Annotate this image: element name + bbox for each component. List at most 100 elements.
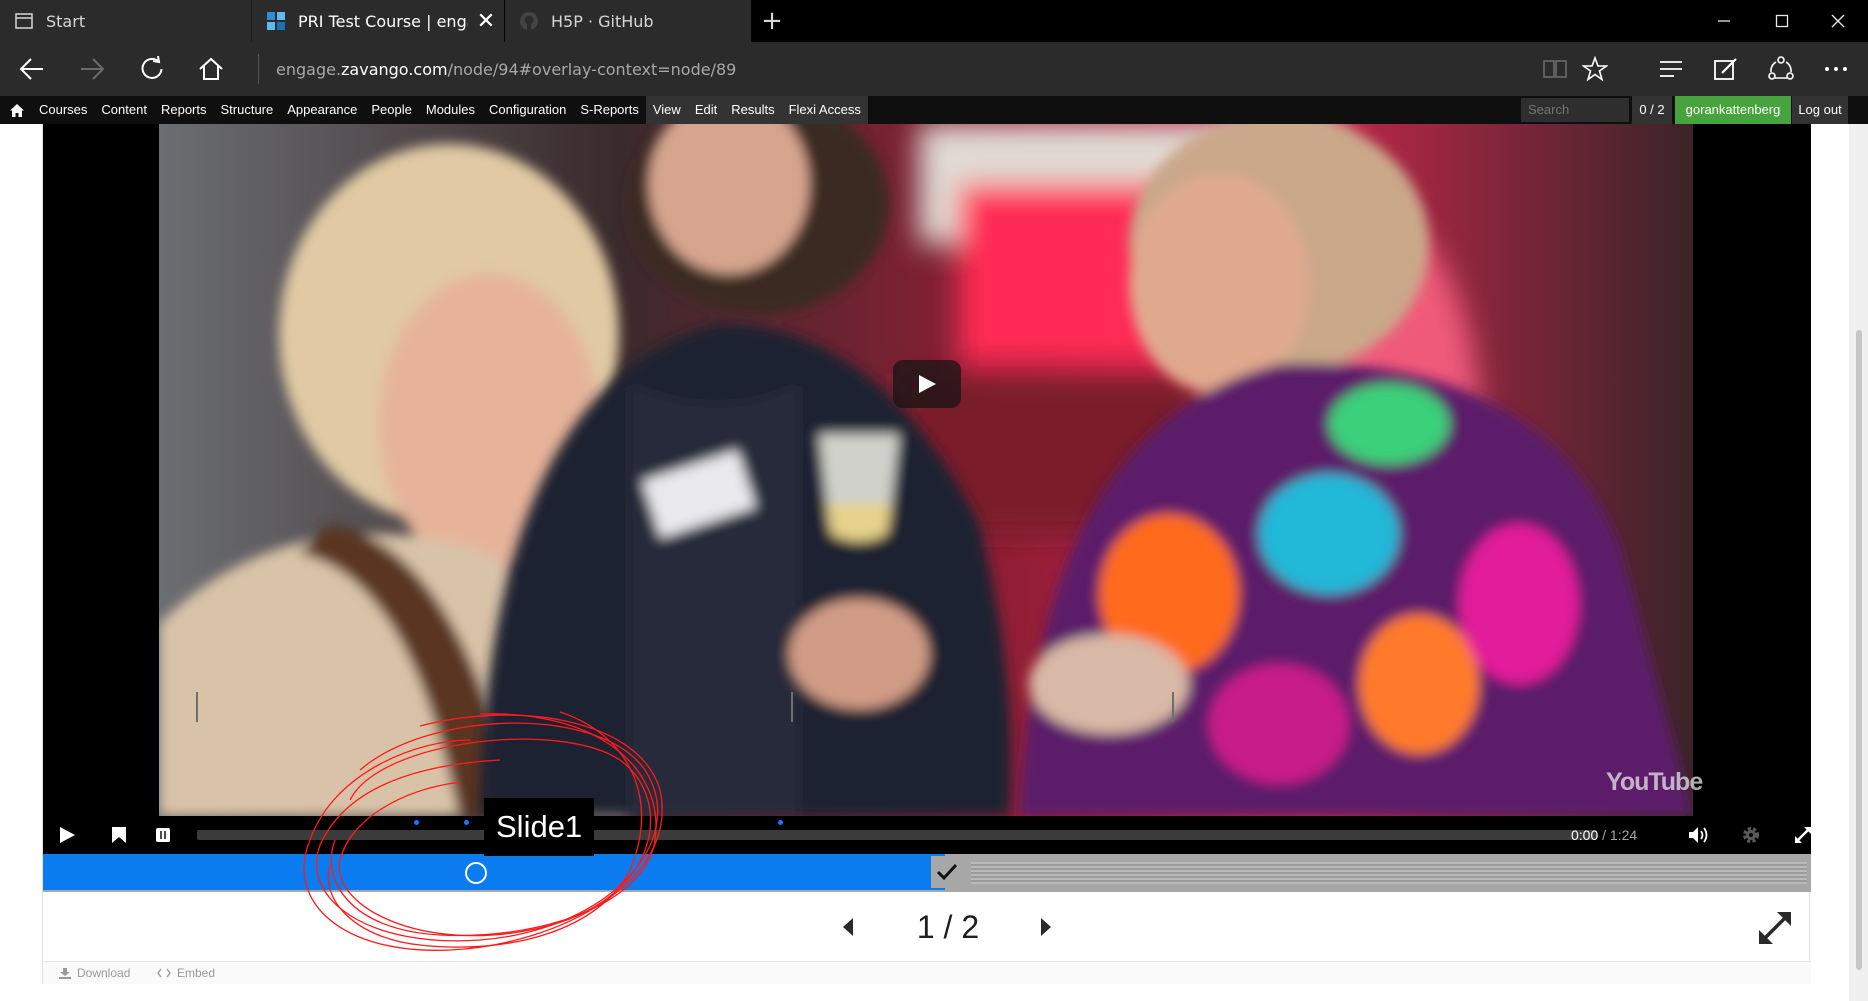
video-player[interactable]: YouTube: [43, 124, 1811, 816]
download-label: Download: [77, 966, 131, 980]
settings-button[interactable]: [1731, 816, 1771, 854]
admin-menu-configuration[interactable]: Configuration: [482, 96, 573, 124]
web-note-button[interactable]: [1699, 42, 1753, 96]
time-separator: /: [1598, 827, 1610, 843]
window-close-button[interactable]: [1810, 0, 1866, 42]
video-control-bar: 0:00 / 1:24: [43, 816, 1811, 854]
favorite-button[interactable]: [1568, 42, 1622, 96]
tab-label: Start: [46, 11, 86, 31]
admin-menu-people[interactable]: People: [364, 96, 418, 124]
chapter-tick: [791, 692, 793, 722]
current-time: 0:00: [1571, 827, 1599, 843]
tab-h5p-github[interactable]: H5P · GitHub: [505, 0, 751, 42]
interaction-marker[interactable]: [778, 820, 783, 825]
chapter-tick: [1172, 692, 1174, 722]
home-button[interactable]: [183, 42, 239, 96]
course-fullscreen-icon[interactable]: [1757, 910, 1793, 946]
logout-link[interactable]: Log out: [1792, 96, 1848, 124]
tab-start[interactable]: Start: [0, 0, 252, 42]
hub-lines-icon: [1660, 61, 1682, 77]
interaction-marker[interactable]: [414, 820, 419, 825]
h5p-actions-footer: Download Embed: [43, 962, 1811, 984]
refresh-button[interactable]: [124, 42, 180, 96]
window-icon: [15, 13, 33, 29]
admin-menu-structure[interactable]: Structure: [214, 96, 281, 124]
tab-flexi-access[interactable]: Flexi Access: [781, 96, 868, 124]
hub-button[interactable]: [1644, 42, 1698, 96]
url-field[interactable]: engage. zavango.com/node/94#overlay-conte…: [276, 42, 736, 96]
bookmark-icon: [112, 827, 126, 843]
play-icon: [919, 375, 936, 393]
previous-slide-button[interactable]: [833, 910, 863, 944]
admin-menu-modules[interactable]: Modules: [419, 96, 482, 124]
username-link[interactable]: gorankattenberg: [1675, 96, 1791, 124]
maximize-button[interactable]: [1754, 0, 1810, 42]
download-link[interactable]: Download: [59, 962, 130, 984]
volume-button[interactable]: [1679, 816, 1719, 854]
interaction-marker[interactable]: [464, 820, 469, 825]
forward-button[interactable]: [64, 42, 120, 96]
caret-right-icon: [1041, 918, 1051, 936]
course-progress-bar[interactable]: [43, 854, 1811, 892]
admin-home-button[interactable]: [6, 96, 28, 124]
page-scrollbar-thumb[interactable]: [1856, 330, 1862, 970]
admin-menu-courses[interactable]: Courses: [32, 96, 94, 124]
minimize-icon: [1718, 20, 1730, 22]
url-separator: [258, 54, 259, 84]
slide-current: 1: [916, 909, 935, 945]
tab-view[interactable]: View: [645, 96, 688, 124]
embed-label: Embed: [177, 966, 216, 980]
slide-separator: /: [943, 909, 953, 945]
tab-pri-test-course[interactable]: PRI Test Course | engage ✕: [252, 0, 504, 42]
next-slide-button[interactable]: [1031, 910, 1061, 944]
admin-menu-s-reports[interactable]: S-Reports: [573, 96, 646, 124]
admin-menu-content[interactable]: Content: [94, 96, 154, 124]
share-icon: [1768, 56, 1794, 80]
share-button[interactable]: [1754, 42, 1808, 96]
back-button[interactable]: [4, 42, 60, 96]
url-host-prefix: engage.: [276, 59, 342, 79]
video-play-overlay-button[interactable]: [893, 360, 961, 408]
minimize-button[interactable]: [1696, 0, 1752, 42]
play-icon: [60, 827, 75, 843]
volume-icon: [1689, 827, 1708, 843]
expand-icon: [1795, 827, 1811, 843]
zavango-favicon-icon: [267, 12, 285, 30]
new-tab-button[interactable]: +: [752, 0, 792, 42]
slide-counter: 1 / 2: [883, 892, 1013, 962]
embed-link[interactable]: Embed: [157, 962, 215, 984]
caret-left-icon: [843, 918, 853, 936]
bookmarks-button[interactable]: [99, 816, 139, 854]
address-bar-row: engage. zavango.com/node/94#overlay-conte…: [0, 42, 1868, 96]
more-button[interactable]: [1809, 42, 1863, 96]
pen-note-icon: [1714, 58, 1737, 80]
endscreens-button[interactable]: [143, 816, 183, 854]
admin-menu-appearance[interactable]: Appearance: [280, 96, 364, 124]
admin-menu: Courses Content Reports Structure Appear…: [32, 96, 868, 124]
url-host-domain: zavango.com: [341, 59, 448, 79]
url-path: /node/94#overlay-context=node/89: [447, 59, 737, 79]
endscreen-icon: [156, 828, 170, 842]
admin-search-input[interactable]: [1521, 98, 1629, 122]
slide-total: 2: [961, 909, 980, 945]
browser-tab-bar: Start PRI Test Course | engage ✕ H5P · G…: [0, 0, 1868, 42]
chapter-tick: [196, 692, 198, 722]
admin-counter: 0 / 2: [1632, 96, 1672, 124]
tab-edit[interactable]: Edit: [687, 96, 725, 124]
more-dots-icon: [1825, 67, 1847, 71]
gear-icon: [1743, 827, 1759, 843]
admin-menu-reports[interactable]: Reports: [154, 96, 214, 124]
play-button[interactable]: [47, 816, 87, 854]
course-progress-handle[interactable]: [465, 862, 487, 884]
book-icon: [1543, 60, 1567, 78]
total-time: 1:24: [1609, 827, 1638, 843]
close-tab-icon[interactable]: ✕: [468, 0, 504, 42]
checkmark-icon: [931, 856, 963, 888]
video-fullscreen-button[interactable]: [1783, 816, 1823, 854]
youtube-watermark[interactable]: YouTube: [1606, 768, 1703, 797]
admin-toolbar: Courses Content Reports Structure Appear…: [0, 96, 1868, 124]
star-icon: [1582, 56, 1608, 82]
video-seek-bar[interactable]: [197, 830, 1597, 840]
close-icon: [1831, 14, 1845, 28]
tab-results[interactable]: Results: [724, 96, 782, 124]
